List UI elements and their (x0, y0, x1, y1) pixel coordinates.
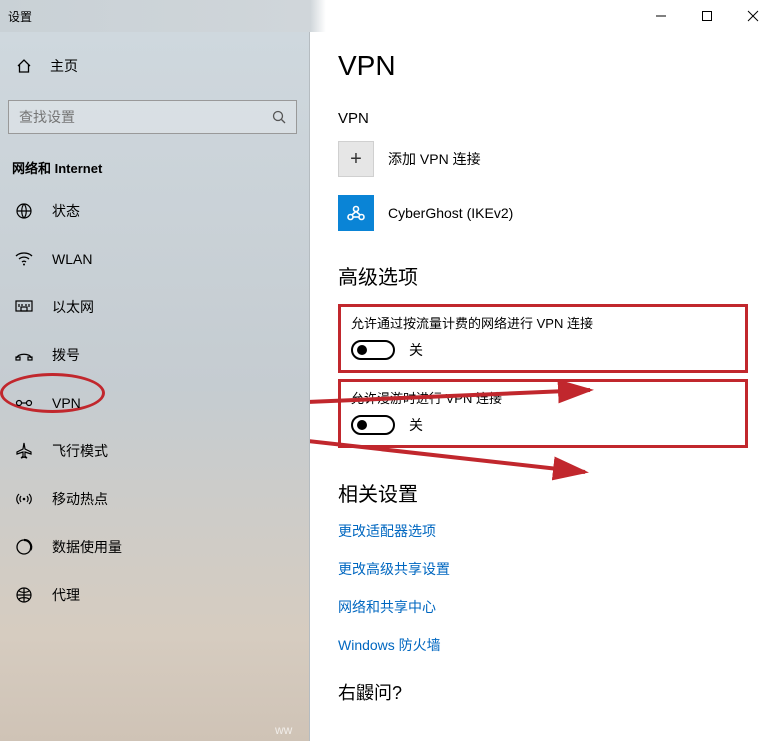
watermark: ww (275, 723, 292, 737)
toggle-roaming[interactable] (351, 415, 395, 435)
sidebar-item-status[interactable]: 状态 (0, 187, 309, 235)
vpn-connection-label: CyberGhost (IKEv2) (388, 205, 513, 221)
sidebar-item-label: 移动热点 (52, 489, 108, 509)
sidebar-item-label: 代理 (52, 585, 80, 605)
vpn-icon (14, 393, 34, 413)
sidebar-item-label: 以太网 (52, 297, 94, 317)
search-input-wrap[interactable] (8, 100, 297, 134)
home-nav[interactable]: 主页 (0, 44, 309, 88)
link-firewall[interactable]: Windows 防火墙 (338, 635, 748, 655)
sidebar-item-label: 飞行模式 (52, 441, 108, 461)
main-panel: VPN VPN + 添加 VPN 连接 CyberGhost (IKEv2) 高… (310, 32, 776, 741)
sidebar-item-datausage[interactable]: 数据使用量 (0, 523, 309, 571)
plus-icon: + (338, 141, 374, 177)
minimize-button[interactable] (638, 0, 684, 32)
sidebar-item-label: VPN (52, 395, 81, 411)
toggle-metered[interactable] (351, 340, 395, 360)
toggle-metered-block: 允许通过按流量计费的网络进行 VPN 连接 关 (338, 304, 748, 373)
vpn-provider-icon (338, 195, 374, 231)
sidebar-item-label: WLAN (52, 251, 92, 267)
data-usage-icon (14, 537, 34, 557)
related-settings-heading: 相关设置 (338, 478, 748, 507)
toggle-roaming-state: 关 (409, 415, 423, 435)
wifi-icon (14, 249, 34, 269)
window-title: 设置 (0, 8, 32, 25)
sidebar: 主页 网络和 Internet 状态 WLAN (0, 32, 310, 741)
search-icon (262, 110, 296, 124)
page-title: VPN (338, 50, 748, 82)
airplane-icon (14, 441, 34, 461)
sidebar-item-ethernet[interactable]: 以太网 (0, 283, 309, 331)
titlebar: 设置 (0, 0, 776, 32)
close-button[interactable] (730, 0, 776, 32)
vpn-subhead: VPN (338, 110, 748, 127)
toggle-roaming-label: 允许漫游时进行 VPN 连接 (351, 388, 735, 407)
sidebar-item-wlan[interactable]: WLAN (0, 235, 309, 283)
sidebar-item-dialup[interactable]: 拨号 (0, 331, 309, 379)
ethernet-icon (14, 297, 34, 317)
toggle-metered-label: 允许通过按流量计费的网络进行 VPN 连接 (351, 313, 735, 332)
link-network-center[interactable]: 网络和共享中心 (338, 597, 748, 617)
add-vpn-label: 添加 VPN 连接 (388, 149, 481, 169)
toggle-roaming-block: 允许漫游时进行 VPN 连接 关 (338, 379, 748, 448)
home-icon (14, 56, 34, 76)
sidebar-section-title: 网络和 Internet (0, 150, 309, 187)
search-input[interactable] (9, 109, 262, 125)
cutoff-text: 右鼹问? (338, 679, 748, 705)
related-links: 更改适配器选项 更改高级共享设置 网络和共享中心 Windows 防火墙 (338, 521, 748, 655)
advanced-options-heading: 高级选项 (338, 261, 748, 290)
proxy-icon (14, 585, 34, 605)
status-icon (14, 201, 34, 221)
toggle-metered-state: 关 (409, 340, 423, 360)
link-sharing-settings[interactable]: 更改高级共享设置 (338, 559, 748, 579)
sidebar-item-label: 状态 (52, 201, 80, 221)
sidebar-item-vpn[interactable]: VPN (0, 379, 309, 427)
vpn-connection-item[interactable]: CyberGhost (IKEv2) (338, 195, 748, 231)
maximize-button[interactable] (684, 0, 730, 32)
add-vpn-button[interactable]: + 添加 VPN 连接 (338, 141, 748, 177)
hotspot-icon (14, 489, 34, 509)
sidebar-item-label: 拨号 (52, 345, 80, 365)
home-label: 主页 (50, 56, 78, 76)
sidebar-item-airplane[interactable]: 飞行模式 (0, 427, 309, 475)
sidebar-item-proxy[interactable]: 代理 (0, 571, 309, 619)
sidebar-item-hotspot[interactable]: 移动热点 (0, 475, 309, 523)
dialup-icon (14, 345, 34, 365)
sidebar-item-label: 数据使用量 (52, 537, 122, 557)
link-adapter-options[interactable]: 更改适配器选项 (338, 521, 748, 541)
